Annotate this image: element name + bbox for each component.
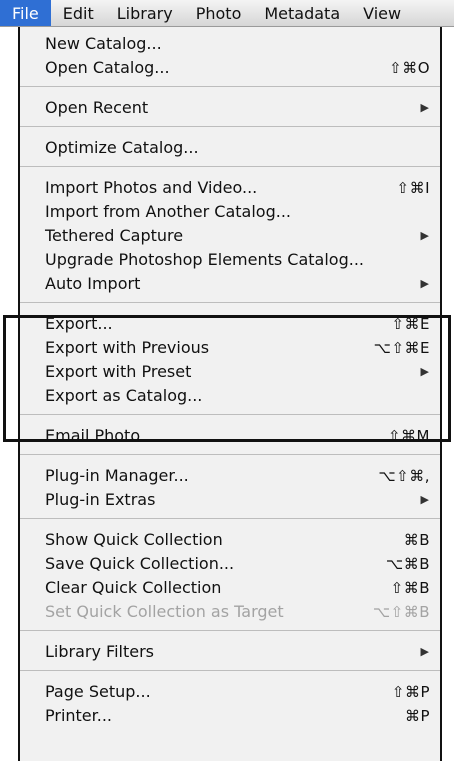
menu-item-label: Save Quick Collection... xyxy=(45,554,235,573)
submenu-arrow-icon: ▶ xyxy=(420,101,429,114)
keyboard-shortcut: ⇧⌘O xyxy=(389,59,430,77)
menu-item-import-photos-and-video[interactable]: Import Photos and Video... ⇧⌘I xyxy=(20,176,440,200)
menu-section: Open Recent ▶ xyxy=(20,91,440,123)
keyboard-shortcut: ⇧⌘P xyxy=(391,683,430,701)
menu-item-upgrade-photoshop-elements-catalog[interactable]: Upgrade Photoshop Elements Catalog... xyxy=(20,248,440,272)
submenu-arrow-icon: ▶ xyxy=(420,645,429,658)
keyboard-shortcut: ⇧⌘M xyxy=(387,427,430,445)
keyboard-shortcut: ⇧⌘B xyxy=(390,579,430,597)
menu-item-email-photo[interactable]: Email Photo... ⇧⌘M xyxy=(20,424,440,448)
menu-separator xyxy=(20,518,440,519)
file-menu-dropdown: New Catalog... Open Catalog... ⇧⌘O Open Rec… xyxy=(18,27,442,761)
menu-section: Email Photo... ⇧⌘M xyxy=(20,419,440,451)
menu-item-label: Import Photos and Video... xyxy=(45,178,258,197)
menu-item-auto-import[interactable]: Auto Import ▶ xyxy=(20,272,440,296)
keyboard-shortcut: ⇧⌘E xyxy=(391,315,430,333)
menu-item-label: Library Filters xyxy=(45,642,154,661)
menu-item-label: Plug-in Extras xyxy=(45,490,156,509)
menu-item-label: Show Quick Collection xyxy=(45,530,223,549)
submenu-arrow-icon: ▶ xyxy=(420,229,429,242)
menu-section: Optimize Catalog... xyxy=(20,131,440,163)
menu-section: Plug-in Manager... ⌥⇧⌘, Plug-in Extras ▶ xyxy=(20,459,440,515)
menu-separator xyxy=(20,166,440,167)
menu-item-new-catalog[interactable]: New Catalog... xyxy=(20,32,440,56)
keyboard-shortcut: ⌥⌘B xyxy=(385,555,430,573)
menu-item-set-quick-collection-as-target: Set Quick Collection as Target ⌥⇧⌘B xyxy=(20,600,440,624)
menu-item-label: Set Quick Collection as Target xyxy=(45,602,284,621)
menu-item-page-setup[interactable]: Page Setup... ⇧⌘P xyxy=(20,680,440,704)
menu-item-open-catalog[interactable]: Open Catalog... ⇧⌘O xyxy=(20,56,440,80)
submenu-arrow-icon: ▶ xyxy=(420,493,429,506)
menu-item-label: Export... xyxy=(45,314,113,333)
menu-item-label: Open Recent xyxy=(45,98,149,117)
menu-separator xyxy=(20,670,440,671)
keyboard-shortcut: ⌘P xyxy=(404,707,430,725)
menu-item-clear-quick-collection[interactable]: Clear Quick Collection ⇧⌘B xyxy=(20,576,440,600)
menu-section: Page Setup... ⇧⌘P Printer... ⌘P xyxy=(20,675,440,731)
menu-item-show-quick-collection[interactable]: Show Quick Collection ⌘B xyxy=(20,528,440,552)
menubar-item-metadata[interactable]: Metadata xyxy=(252,0,351,26)
keyboard-shortcut: ⌥⇧⌘E xyxy=(373,339,430,357)
menu-section: Export... ⇧⌘E Export with Previous ⌥⇧⌘E Expo… xyxy=(20,307,440,411)
menu-separator xyxy=(20,86,440,87)
menu-item-label: Export with Previous xyxy=(45,338,210,357)
menu-item-label: Plug-in Manager... xyxy=(45,466,189,485)
menu-section: Show Quick Collection ⌘B Save Quick Collec… xyxy=(20,523,440,627)
menu-item-label: Import from Another Catalog... xyxy=(45,202,292,221)
menu-item-label: Optimize Catalog... xyxy=(45,138,199,157)
keyboard-shortcut: ⌘B xyxy=(403,531,430,549)
menu-item-label: Open Catalog... xyxy=(45,58,170,77)
menu-item-tethered-capture[interactable]: Tethered Capture ▶ xyxy=(20,224,440,248)
menu-separator xyxy=(20,302,440,303)
menu-section: Library Filters ▶ xyxy=(20,635,440,667)
menu-item-label: Email Photo... xyxy=(45,426,156,445)
menu-item-save-quick-collection[interactable]: Save Quick Collection... ⌥⌘B xyxy=(20,552,440,576)
menu-item-export-with-preset[interactable]: Export with Preset ▶ xyxy=(20,360,440,384)
submenu-arrow-icon: ▶ xyxy=(420,277,429,290)
menubar-item-library[interactable]: Library xyxy=(105,0,184,26)
menu-item-label: Export with Preset xyxy=(45,362,192,381)
menu-item-label: New Catalog... xyxy=(45,34,162,53)
menu-item-export[interactable]: Export... ⇧⌘E xyxy=(20,312,440,336)
menu-item-printer[interactable]: Printer... ⌘P xyxy=(20,704,440,728)
menu-item-open-recent[interactable]: Open Recent ▶ xyxy=(20,96,440,120)
submenu-arrow-icon: ▶ xyxy=(420,365,429,378)
menu-item-plug-in-manager[interactable]: Plug-in Manager... ⌥⇧⌘, xyxy=(20,464,440,488)
menu-item-optimize-catalog[interactable]: Optimize Catalog... xyxy=(20,136,440,160)
menu-item-plug-in-extras[interactable]: Plug-in Extras ▶ xyxy=(20,488,440,512)
menu-item-label: Page Setup... xyxy=(45,682,151,701)
menu-item-export-with-previous[interactable]: Export with Previous ⌥⇧⌘E xyxy=(20,336,440,360)
menu-item-label: Upgrade Photoshop Elements Catalog... xyxy=(45,250,365,269)
menu-section: Import Photos and Video... ⇧⌘I Import from… xyxy=(20,171,440,299)
menu-separator xyxy=(20,414,440,415)
menu-bar: File Edit Library Photo Metadata View xyxy=(0,0,454,27)
menu-item-label: Export as Catalog... xyxy=(45,386,203,405)
keyboard-shortcut: ⌥⇧⌘, xyxy=(378,467,430,485)
keyboard-shortcut: ⇧⌘I xyxy=(396,179,430,197)
menu-separator xyxy=(20,454,440,455)
menu-item-label: Auto Import xyxy=(45,274,141,293)
menu-item-import-from-another-catalog[interactable]: Import from Another Catalog... xyxy=(20,200,440,224)
menubar-item-view[interactable]: View xyxy=(351,0,412,26)
keyboard-shortcut: ⌥⇧⌘B xyxy=(372,603,430,621)
menu-item-label: Clear Quick Collection xyxy=(45,578,222,597)
menu-section: New Catalog... Open Catalog... ⇧⌘O xyxy=(20,27,440,83)
menu-separator xyxy=(20,630,440,631)
menubar-item-file[interactable]: File xyxy=(0,0,51,26)
menu-item-export-as-catalog[interactable]: Export as Catalog... xyxy=(20,384,440,408)
menubar-item-edit[interactable]: Edit xyxy=(51,0,105,26)
menu-item-label: Tethered Capture xyxy=(45,226,184,245)
menu-separator xyxy=(20,126,440,127)
menubar-item-photo[interactable]: Photo xyxy=(184,0,253,26)
menu-item-label: Printer... xyxy=(45,706,113,725)
menu-item-library-filters[interactable]: Library Filters ▶ xyxy=(20,640,440,664)
